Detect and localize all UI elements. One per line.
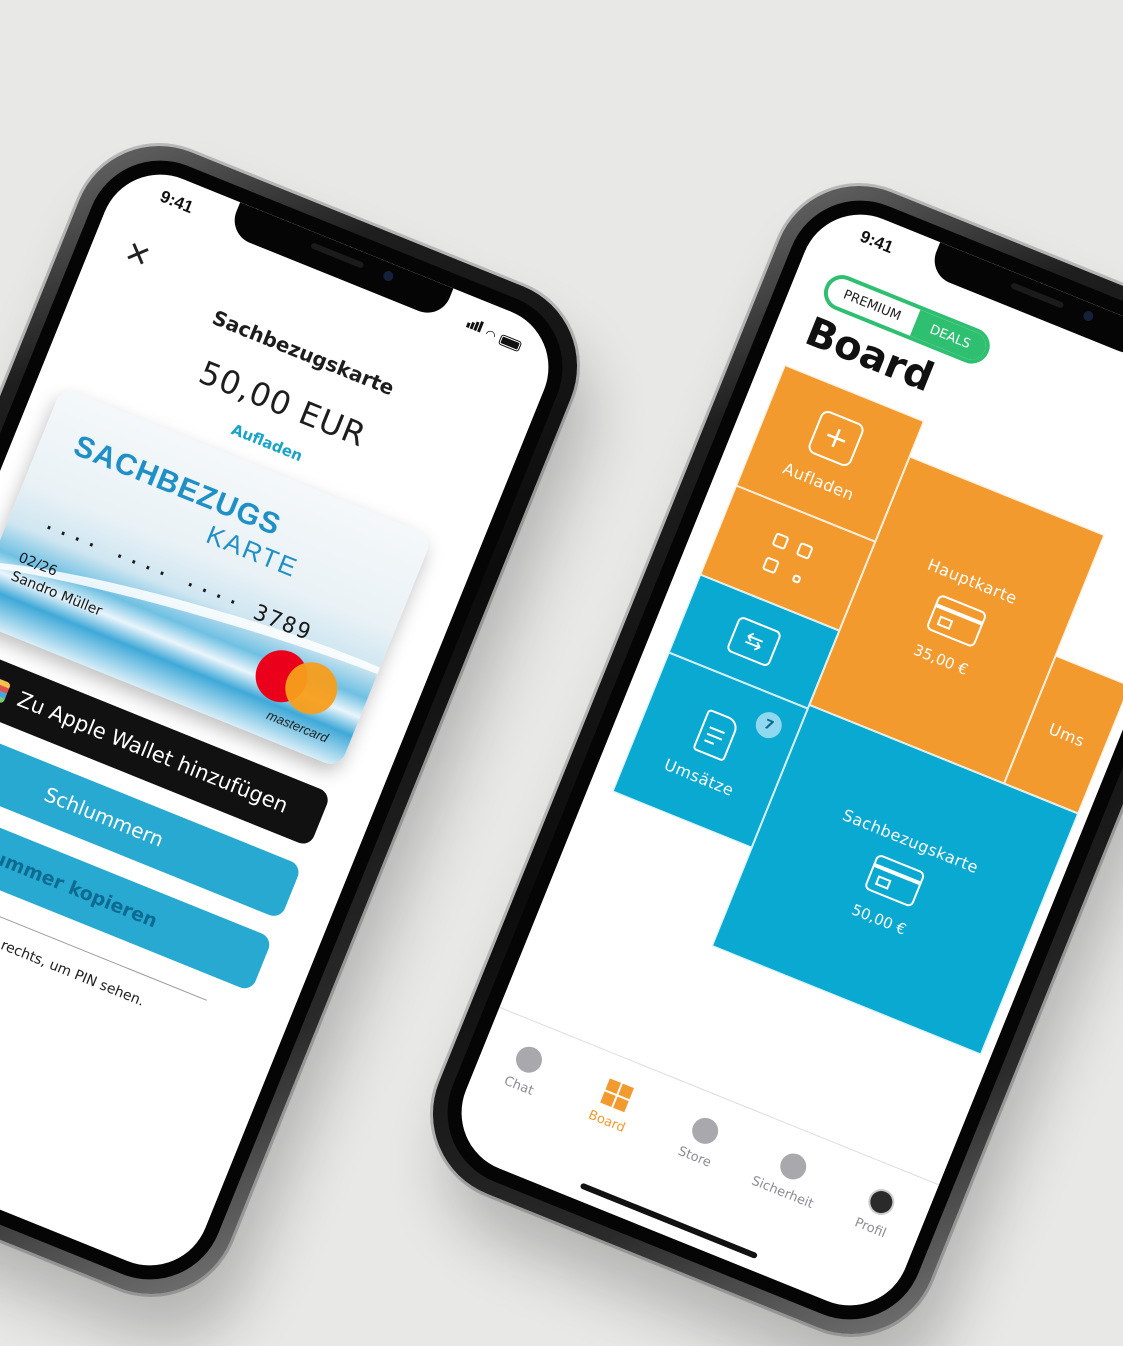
- tab-profile-label: Profil: [852, 1215, 889, 1242]
- credit-card-icon: [863, 852, 927, 908]
- board-grid-icon: [600, 1078, 635, 1113]
- status-time: 9:41: [857, 226, 897, 258]
- wallet-icon: [0, 672, 12, 704]
- qr-scan-icon: [761, 532, 814, 585]
- snooze-label: Schlummern: [40, 782, 168, 852]
- signal-icon: [464, 313, 486, 337]
- bottom-tab-bar: Chat Board Store Sicherheit Profil: [443, 1006, 940, 1324]
- plus-square-icon: +: [806, 408, 867, 468]
- tile-right-partial-label: Ums: [1046, 718, 1088, 751]
- avatar-icon: [864, 1184, 898, 1219]
- plus-circle-icon: [688, 1113, 723, 1148]
- status-time: 9:41: [157, 186, 197, 218]
- tab-chat-label: Chat: [501, 1073, 536, 1099]
- transactions-badge: 7: [751, 708, 786, 743]
- tile-transactions-label: Umsätze: [661, 754, 737, 800]
- notch: [227, 202, 454, 320]
- tab-board-label: Board: [586, 1107, 628, 1136]
- chat-bubble-icon: [512, 1042, 547, 1077]
- tab-store-label: Store: [675, 1143, 714, 1171]
- credit-card-icon: [925, 593, 988, 648]
- document-icon: [692, 707, 741, 762]
- battery-icon: [497, 333, 523, 353]
- tab-security-label: Sicherheit: [749, 1173, 816, 1212]
- status-icons: ◠: [464, 313, 525, 353]
- tile-benefit-card-amount: 50,00 €: [849, 900, 910, 939]
- wifi-icon: ◠: [483, 326, 499, 344]
- marketing-stage: 9:41 ◠ ✕ Sachbezugskarte 50,00 EUR Aufla…: [0, 0, 1123, 1346]
- transfer-arrows-icon: ⇆: [725, 615, 783, 668]
- tile-main-card-amount: 35,00 €: [911, 640, 971, 679]
- key-icon: [776, 1149, 810, 1184]
